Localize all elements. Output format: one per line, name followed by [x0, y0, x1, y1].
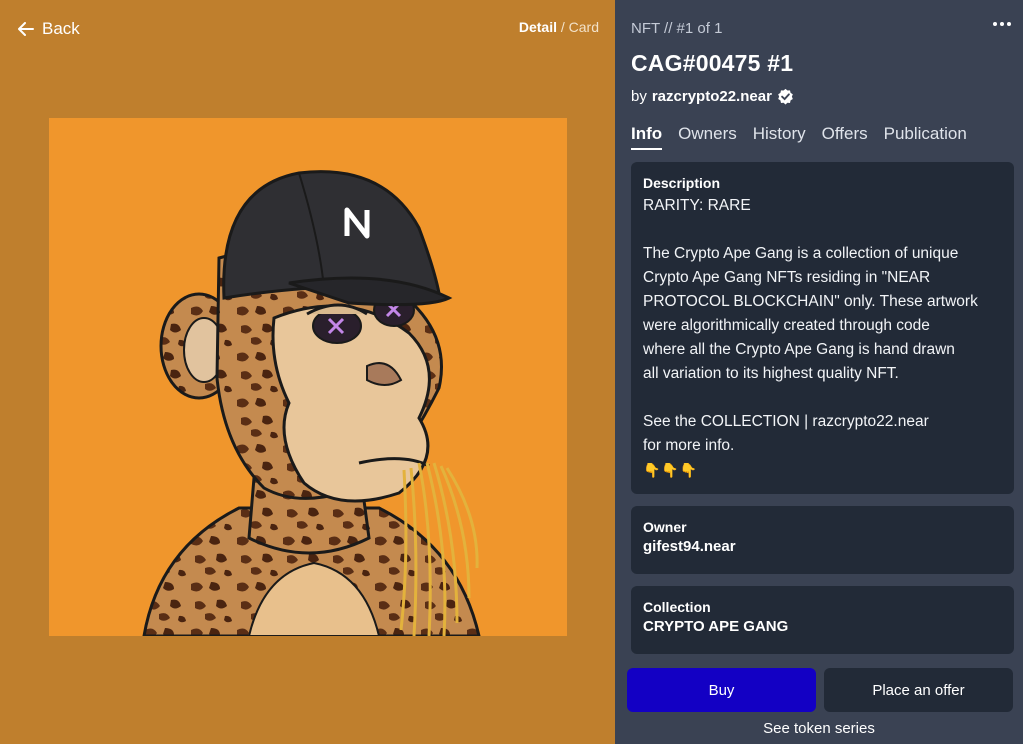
by-prefix: by	[631, 88, 647, 105]
nft-title: CAG#00475 #1	[631, 50, 794, 76]
owner-label: Owner	[643, 519, 687, 535]
more-info-line: for more info.	[643, 437, 735, 454]
back-label: Back	[42, 19, 80, 38]
collection-link[interactable]: CRYPTO APE GANG	[643, 618, 1002, 635]
creator-line: by razcrypto22.near	[631, 88, 794, 105]
pointing-down-emoji: 👇👇👇	[643, 462, 699, 478]
collection-label: Collection	[643, 599, 711, 615]
owner-card: Owner gifest94.near	[631, 506, 1014, 574]
description-line: Crypto Ape Gang NFTs residing in "NEAR	[643, 269, 931, 286]
artwork-pane: Back Detail / Card	[0, 0, 615, 744]
see-token-series-link[interactable]: See token series	[615, 720, 1023, 737]
nft-artwork	[49, 118, 567, 636]
owner-link[interactable]: gifest94.near	[643, 538, 1002, 555]
description-text: RARITY: RARE The Crypto Ape Gang is a co…	[643, 194, 1002, 482]
edition-breadcrumb: NFT // #1 of 1	[631, 20, 723, 37]
tab-history[interactable]: History	[753, 124, 806, 150]
description-line: all variation to its highest quality NFT…	[643, 365, 899, 382]
view-toggle: Detail / Card	[519, 19, 599, 35]
detail-view-link[interactable]: Detail	[519, 19, 557, 35]
more-options-icon[interactable]	[993, 22, 1011, 26]
description-line: where all the Crypto Ape Gang is hand dr…	[643, 341, 955, 358]
tab-owners[interactable]: Owners	[678, 124, 737, 150]
description-label: Description	[643, 175, 721, 191]
rarity-line: RARITY: RARE	[643, 197, 751, 214]
collection-card: Collection CRYPTO APE GANG	[631, 586, 1014, 654]
verified-badge-icon	[778, 88, 793, 105]
detail-panel: NFT // #1 of 1 CAG#00475 #1 by razcrypto…	[615, 0, 1023, 744]
tab-publication[interactable]: Publication	[884, 124, 967, 150]
place-offer-button[interactable]: Place an offer	[824, 668, 1013, 712]
creator-link[interactable]: razcrypto22.near	[652, 88, 772, 105]
collection-reference-line: See the COLLECTION | razcrypto22.near	[643, 413, 929, 430]
tab-info[interactable]: Info	[631, 124, 663, 150]
card-view-link[interactable]: Card	[569, 19, 599, 35]
description-line: PROTOCOL BLOCKCHAIN" only. These artwork	[643, 293, 978, 310]
tab-offers[interactable]: Offers	[822, 124, 868, 150]
description-card: Description RARITY: RARE The Crypto Ape …	[631, 162, 1014, 494]
description-line: The Crypto Ape Gang is a collection of u…	[643, 245, 959, 262]
view-toggle-separator: /	[560, 19, 565, 35]
buy-button[interactable]: Buy	[627, 668, 816, 712]
back-button[interactable]: Back	[18, 18, 80, 40]
detail-tabs: Info Owners History Offers Publication	[631, 124, 967, 150]
description-line: were algorithmically created through cod…	[643, 317, 930, 334]
arrow-left-icon	[18, 22, 34, 36]
